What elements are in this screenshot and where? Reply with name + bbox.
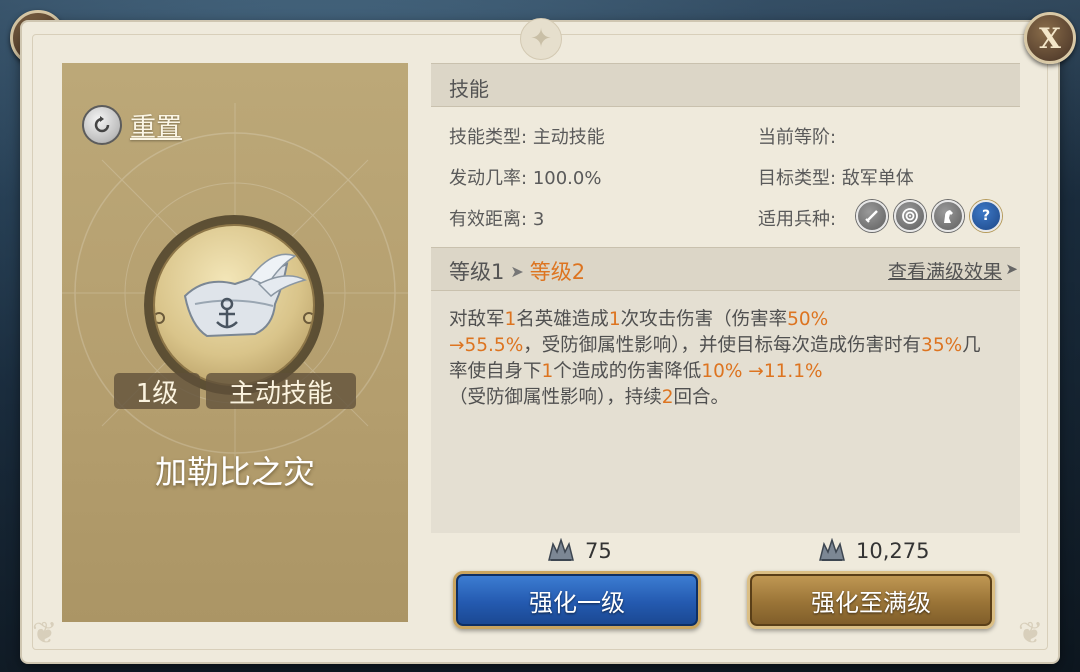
corner-flourish-icon: ❦	[1018, 616, 1044, 651]
desc-number: 2	[661, 387, 674, 408]
trigger-rate-key: 发动几率:	[449, 168, 528, 189]
close-button[interactable]: X	[1024, 12, 1076, 64]
horse-icon[interactable]	[932, 200, 964, 232]
troop-type-key: 适用兵种:	[758, 209, 837, 230]
desc-text: 个造成的伤害降低	[553, 361, 702, 382]
desc-number: 35%	[921, 335, 963, 356]
view-max-level-link[interactable]: 查看满级效果	[888, 257, 1002, 284]
desc-text: （受防御属性影响），持续	[449, 387, 662, 408]
close-icon: X	[1039, 21, 1061, 55]
troop-type-icons: ?	[856, 200, 1002, 232]
upgrade-one-cost-value: 75	[585, 539, 612, 563]
upgrade-one-level-button[interactable]: 强化一级	[453, 571, 701, 629]
sword-icon[interactable]	[856, 200, 888, 232]
desc-number: 10% →11.1%	[701, 361, 823, 382]
next-level: 等级2	[529, 260, 586, 284]
skill-type-tag: 主动技能	[206, 373, 356, 409]
trigger-rate-value: 100.0%	[532, 168, 602, 189]
desc-text: 次攻击伤害（伤害率	[620, 309, 788, 330]
skill-icon-frame	[144, 215, 324, 395]
skill-book-icon	[819, 538, 845, 561]
desc-text: 回合。	[673, 387, 730, 408]
desc-text: 名英雄造成	[516, 309, 609, 330]
level-section-header: 等级1 ➤ 等级2 查看满级效果 ➤	[431, 247, 1020, 291]
upgrade-max-cost-value: 10,275	[856, 539, 930, 563]
skill-book-icon	[548, 538, 574, 561]
skill-type-row: 技能类型: 主动技能	[449, 123, 605, 149]
target-type-key: 目标类型:	[758, 168, 837, 189]
medallion-rivet	[155, 312, 165, 324]
target-type-row: 目标类型: 敌军单体	[758, 164, 914, 190]
arrow-right-icon: ➤	[510, 261, 524, 281]
desc-number: 50%	[787, 309, 829, 330]
reset-icon	[82, 105, 122, 145]
question-icon[interactable]: ?	[970, 200, 1002, 232]
arrow-right-icon: ➤	[1005, 260, 1018, 278]
reset-label: 重置	[130, 112, 183, 143]
compass-ornament-icon: ✦	[520, 18, 562, 60]
desc-number: 1	[541, 361, 554, 382]
upgrade-one-cost: 75	[545, 538, 612, 564]
desc-text: ，受防御属性影响），并使目标每次造成伤害时有	[523, 335, 922, 356]
skill-level-tag: 1级	[114, 373, 200, 409]
troop-type-row: 适用兵种:	[758, 205, 836, 231]
desc-number: 1	[608, 309, 621, 330]
skill-card: 重置 1级 主动技能 加勒比之灾	[62, 63, 408, 622]
target-type-value: 敌军单体	[841, 168, 914, 189]
pirate-hat-icon	[153, 224, 315, 386]
trigger-rate-row: 发动几率: 100.0%	[449, 164, 601, 190]
medallion-rivet	[303, 312, 313, 324]
range-value: 3	[532, 209, 545, 230]
skill-type-value: 主动技能	[532, 127, 605, 148]
current-rank-row: 当前等阶:	[758, 123, 836, 149]
current-rank-key: 当前等阶:	[758, 127, 837, 148]
range-row: 有效距离: 3	[449, 205, 544, 231]
target-icon[interactable]	[894, 200, 926, 232]
skill-name: 加勒比之灾	[154, 453, 315, 491]
upgrade-max-cost: 10,275	[816, 538, 929, 564]
skill-description-box: 对敌军1名英雄造成1次攻击伤害（伤害率50% →55.5%，受防御属性影响），并使…	[431, 291, 1020, 533]
desc-number: 1	[504, 309, 517, 330]
desc-text: 对敌军	[449, 309, 505, 330]
skill-type-key: 技能类型:	[449, 127, 528, 148]
range-key: 有效距离:	[449, 209, 528, 230]
skills-section-header: 技能	[431, 63, 1020, 107]
reset-button[interactable]: 重置	[82, 105, 182, 145]
skills-section-title: 技能	[449, 77, 489, 101]
upgrade-max-level-button[interactable]: 强化至满级	[747, 571, 995, 629]
desc-number: →55.5%	[449, 335, 524, 356]
level-progress: 等级1 ➤ 等级2	[449, 256, 585, 286]
current-level: 等级1	[449, 260, 505, 284]
skill-description: 对敌军1名英雄造成1次攻击伤害（伤害率50% →55.5%，受防御属性影响），并使…	[449, 307, 999, 411]
